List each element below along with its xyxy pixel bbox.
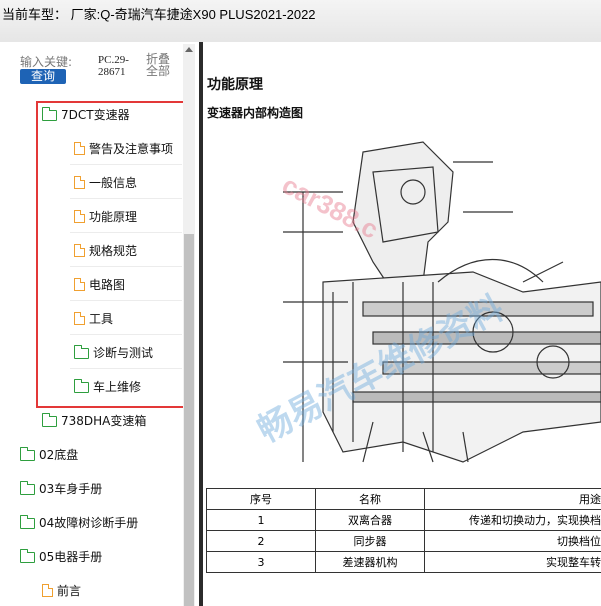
table-cell: 传递和切换动力，实现换档 [424, 509, 601, 531]
tree-scrollbar[interactable] [183, 44, 195, 606]
tree-item-label: 04故障树诊断手册 [39, 515, 139, 530]
table-cell: 同步器 [315, 530, 425, 552]
table-header-cell: 用途 [424, 488, 601, 510]
file-icon [42, 583, 53, 597]
tree-item-label: 738DHA变速箱 [61, 413, 147, 428]
tree-item-preface[interactable]: 前言 [42, 576, 81, 604]
folder-icon [42, 412, 57, 427]
pc-code-field[interactable]: PC.29-28671 [98, 54, 134, 78]
table-cell: 切换档位 [424, 530, 601, 552]
folder-icon [20, 514, 35, 529]
page-title: 功能原理 [207, 77, 263, 93]
table-cell: 2 [206, 530, 316, 552]
table-row: 3 差速器机构 实现整车转 [206, 551, 601, 573]
table-row: 2 同步器 切换档位 [206, 530, 601, 552]
selection-highlight-box [36, 101, 186, 408]
table-header-row: 序号 名称 用途 [206, 488, 601, 510]
scroll-up-arrow-icon[interactable] [185, 47, 193, 52]
tree-item-label: 前言 [57, 583, 82, 598]
tree-item-label: 02底盘 [39, 447, 79, 462]
tree-item-body-manual[interactable]: 03车身手册 [20, 474, 102, 502]
tree-item-label: 03车身手册 [39, 481, 103, 496]
table-cell: 双离合器 [315, 509, 425, 531]
tree-item-label: 05电器手册 [39, 549, 103, 564]
section-title: 变速器内部构造图 [207, 106, 304, 120]
tree-item-738dha[interactable]: 738DHA变速箱 [42, 406, 146, 434]
folder-icon [20, 548, 35, 563]
table-header-cell: 名称 [315, 488, 425, 510]
folder-icon [20, 446, 35, 461]
table-cell: 实现整车转 [424, 551, 601, 573]
table-row: 1 双离合器 传递和切换动力，实现换档 [206, 509, 601, 531]
content-pane: 功能原理 变速器内部构造图 car388.c 畅易汽车维修资料 序号 名称 用途 [203, 42, 601, 606]
tree-item-chassis[interactable]: 02底盘 [20, 440, 78, 468]
table-cell: 1 [206, 509, 316, 531]
current-model-title: 当前车型： 厂家:Q-奇瑞汽车捷途X90 PLUS2021-2022 [2, 7, 316, 22]
scroll-thumb[interactable] [184, 234, 194, 606]
function-table: 序号 名称 用途 1 双离合器 传递和切换动力，实现换档 2 同步器 切换档位 … [206, 488, 601, 573]
collapse-all-button[interactable]: 折叠全部 [146, 53, 174, 77]
keyword-label: 输入关键: [20, 55, 73, 69]
table-header-cell: 序号 [206, 488, 316, 510]
table-cell: 3 [206, 551, 316, 573]
title-bar: 当前车型： 厂家:Q-奇瑞汽车捷途X90 PLUS2021-2022 [0, 0, 601, 42]
query-button[interactable]: 查询 [20, 69, 66, 84]
tree-item-electrical-manual[interactable]: 05电器手册 [20, 542, 102, 570]
folder-icon [20, 480, 35, 495]
tree-item-fault-tree[interactable]: 04故障树诊断手册 [20, 508, 138, 536]
table-cell: 差速器机构 [315, 551, 425, 573]
